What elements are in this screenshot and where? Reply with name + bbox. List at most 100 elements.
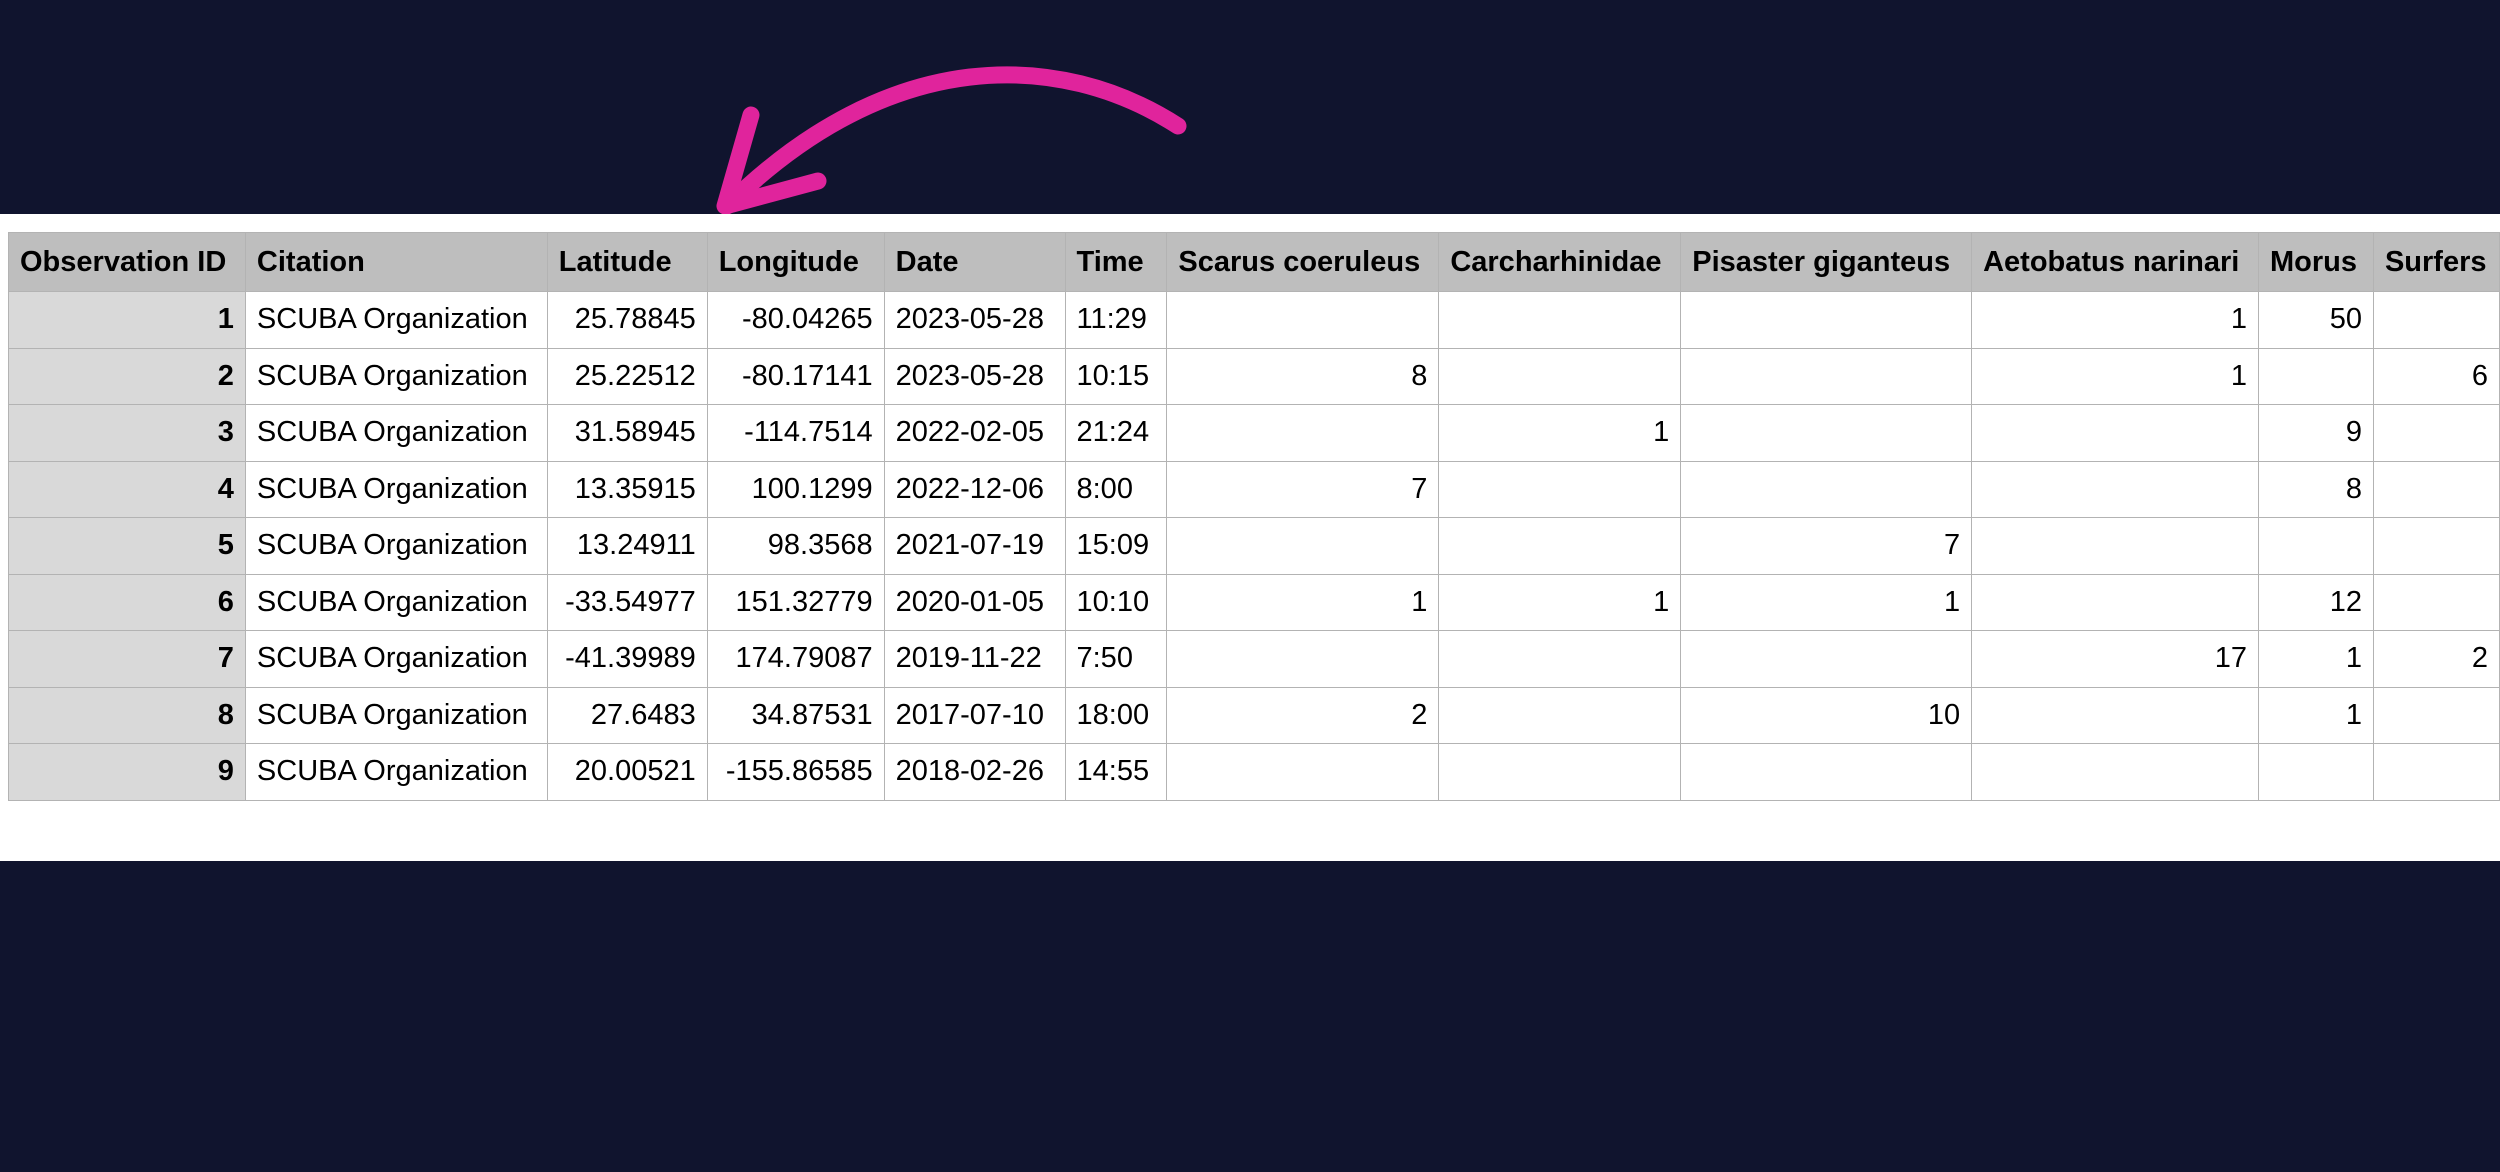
table-cell[interactable] <box>2372 573 2500 631</box>
table-cell[interactable] <box>1971 460 2260 518</box>
table-cell[interactable]: SCUBA Organization <box>244 291 548 349</box>
table-cell[interactable] <box>2372 517 2500 575</box>
table-cell[interactable] <box>2372 291 2500 349</box>
table-cell[interactable]: 2 <box>1166 686 1440 744</box>
table-cell[interactable] <box>1438 686 1682 744</box>
table-cell[interactable]: 8:00 <box>1064 460 1168 518</box>
table-cell[interactable]: 18:00 <box>1064 686 1168 744</box>
table-cell[interactable]: 1 <box>2258 630 2374 688</box>
table-cell[interactable] <box>1680 460 1973 518</box>
table-cell[interactable]: 100.1299 <box>706 460 885 518</box>
table-cell[interactable]: -33.54977 <box>546 573 708 631</box>
table-cell[interactable] <box>1971 686 2260 744</box>
table-cell[interactable] <box>1166 291 1440 349</box>
table-cell[interactable]: 7 <box>1680 517 1973 575</box>
table-cell[interactable] <box>1438 517 1682 575</box>
table-cell[interactable] <box>2372 686 2500 744</box>
row-id-cell[interactable]: 8 <box>8 686 246 744</box>
column-header[interactable]: Surfers <box>2372 232 2500 292</box>
table-cell[interactable] <box>2372 404 2500 462</box>
table-cell[interactable]: 20.00521 <box>546 743 708 801</box>
table-cell[interactable]: 25.22512 <box>546 347 708 405</box>
table-cell[interactable]: 13.24911 <box>546 517 708 575</box>
row-id-cell[interactable]: 5 <box>8 517 246 575</box>
row-id-cell[interactable]: 2 <box>8 347 246 405</box>
column-header[interactable]: Observation ID <box>8 232 246 292</box>
column-header[interactable]: Longitude <box>706 232 885 292</box>
column-header[interactable]: Time <box>1064 232 1168 292</box>
table-cell[interactable]: SCUBA Organization <box>244 573 548 631</box>
table-cell[interactable] <box>1438 630 1682 688</box>
table-cell[interactable]: -155.86585 <box>706 743 885 801</box>
column-header[interactable]: Latitude <box>546 232 708 292</box>
table-cell[interactable] <box>2258 743 2374 801</box>
table-cell[interactable] <box>1166 404 1440 462</box>
table-cell[interactable] <box>1438 347 1682 405</box>
table-cell[interactable]: 27.6483 <box>546 686 708 744</box>
table-cell[interactable] <box>1680 743 1973 801</box>
column-header[interactable]: Carcharhinidae <box>1438 232 1682 292</box>
table-cell[interactable]: 1 <box>2258 686 2374 744</box>
table-cell[interactable]: 34.87531 <box>706 686 885 744</box>
table-cell[interactable]: 2018-02-26 <box>883 743 1066 801</box>
table-cell[interactable]: SCUBA Organization <box>244 460 548 518</box>
table-cell[interactable] <box>1166 517 1440 575</box>
column-header[interactable]: Morus <box>2258 232 2374 292</box>
table-cell[interactable]: SCUBA Organization <box>244 630 548 688</box>
table-cell[interactable] <box>1971 517 2260 575</box>
table-cell[interactable] <box>1166 630 1440 688</box>
table-cell[interactable]: 50 <box>2258 291 2374 349</box>
table-cell[interactable]: 1 <box>1680 573 1973 631</box>
row-id-cell[interactable]: 4 <box>8 460 246 518</box>
table-cell[interactable]: 13.35915 <box>546 460 708 518</box>
table-cell[interactable]: 8 <box>1166 347 1440 405</box>
table-cell[interactable]: 9 <box>2258 404 2374 462</box>
table-cell[interactable]: 1 <box>1971 291 2260 349</box>
table-cell[interactable] <box>1971 573 2260 631</box>
table-cell[interactable]: 7:50 <box>1064 630 1168 688</box>
table-cell[interactable]: 2019-11-22 <box>883 630 1066 688</box>
table-cell[interactable] <box>1680 347 1973 405</box>
table-cell[interactable]: 1 <box>1438 404 1682 462</box>
table-cell[interactable]: SCUBA Organization <box>244 517 548 575</box>
table-cell[interactable] <box>1166 743 1440 801</box>
table-cell[interactable]: 174.79087 <box>706 630 885 688</box>
table-cell[interactable]: 2 <box>2372 630 2500 688</box>
row-id-cell[interactable]: 3 <box>8 404 246 462</box>
table-cell[interactable]: 14:55 <box>1064 743 1168 801</box>
table-cell[interactable]: 8 <box>2258 460 2374 518</box>
column-header[interactable]: Date <box>883 232 1066 292</box>
table-cell[interactable]: 1 <box>1971 347 2260 405</box>
table-cell[interactable]: SCUBA Organization <box>244 743 548 801</box>
table-cell[interactable] <box>2372 743 2500 801</box>
table-cell[interactable]: 15:09 <box>1064 517 1168 575</box>
table-cell[interactable]: -114.7514 <box>706 404 885 462</box>
table-cell[interactable]: 11:29 <box>1064 291 1168 349</box>
table-cell[interactable]: SCUBA Organization <box>244 686 548 744</box>
table-cell[interactable]: 2017-07-10 <box>883 686 1066 744</box>
table-cell[interactable]: 6 <box>2372 347 2500 405</box>
table-cell[interactable]: 2023-05-28 <box>883 347 1066 405</box>
table-cell[interactable] <box>2258 517 2374 575</box>
table-cell[interactable]: 31.58945 <box>546 404 708 462</box>
row-id-cell[interactable]: 1 <box>8 291 246 349</box>
table-cell[interactable]: 7 <box>1166 460 1440 518</box>
table-cell[interactable] <box>1438 743 1682 801</box>
table-cell[interactable]: SCUBA Organization <box>244 347 548 405</box>
table-cell[interactable]: 2022-12-06 <box>883 460 1066 518</box>
row-id-cell[interactable]: 6 <box>8 573 246 631</box>
row-id-cell[interactable]: 9 <box>8 743 246 801</box>
table-cell[interactable] <box>2372 460 2500 518</box>
table-cell[interactable] <box>1680 291 1973 349</box>
table-cell[interactable]: 10:10 <box>1064 573 1168 631</box>
table-cell[interactable] <box>1680 404 1973 462</box>
table-cell[interactable] <box>1971 404 2260 462</box>
table-cell[interactable]: 151.32779 <box>706 573 885 631</box>
table-cell[interactable] <box>1971 743 2260 801</box>
column-header[interactable]: Scarus coeruleus <box>1166 232 1440 292</box>
table-cell[interactable] <box>1438 291 1682 349</box>
table-cell[interactable]: -41.39989 <box>546 630 708 688</box>
table-cell[interactable]: 2023-05-28 <box>883 291 1066 349</box>
column-header[interactable]: Citation <box>244 232 548 292</box>
row-id-cell[interactable]: 7 <box>8 630 246 688</box>
